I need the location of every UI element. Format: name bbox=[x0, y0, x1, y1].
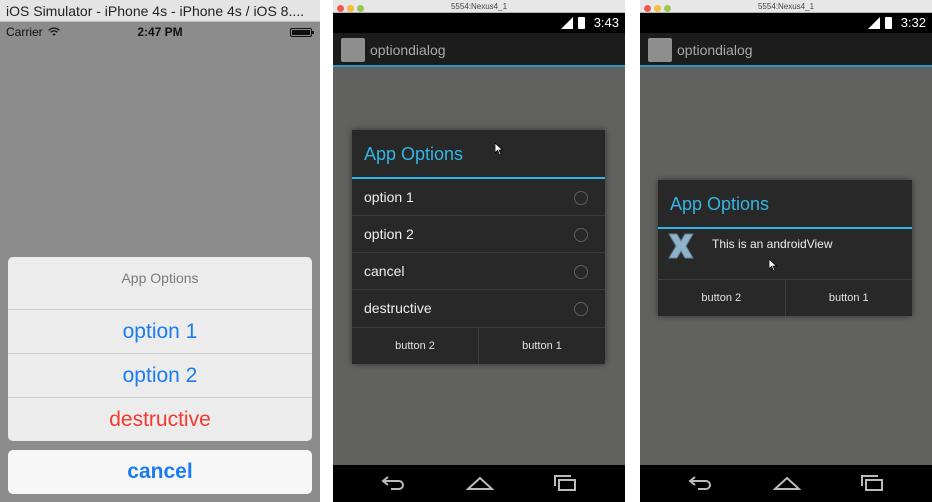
option-label: destructive bbox=[364, 300, 432, 316]
minimize-window-icon[interactable] bbox=[654, 5, 661, 12]
android-status-bar: 3:43 bbox=[333, 13, 625, 33]
close-window-icon[interactable] bbox=[644, 5, 651, 12]
button-2[interactable]: button 2 bbox=[658, 280, 785, 316]
battery-icon bbox=[578, 17, 585, 29]
status-time: 2:47 PM bbox=[137, 25, 183, 39]
action-destructive[interactable]: destructive bbox=[8, 398, 312, 441]
action-sheet: App Options option 1 option 2 destructiv… bbox=[8, 257, 312, 441]
simulator-window-title: iOS Simulator - iPhone 4s - iPhone 4s / … bbox=[0, 0, 320, 22]
action-bar: optiondialog bbox=[333, 33, 625, 67]
radio-button[interactable] bbox=[574, 228, 588, 242]
zoom-window-icon[interactable] bbox=[664, 5, 671, 12]
dialog-buttons: button 2 button 1 bbox=[658, 279, 912, 316]
android-nav-bar bbox=[333, 465, 625, 502]
dialog-title: App Options bbox=[658, 180, 912, 229]
app-icon bbox=[341, 38, 365, 62]
option-label: cancel bbox=[364, 263, 405, 279]
ios-simulator: iOS Simulator - iPhone 4s - iPhone 4s / … bbox=[0, 0, 320, 502]
status-time: 3:43 bbox=[593, 15, 619, 30]
close-window-icon[interactable] bbox=[337, 5, 344, 12]
button-1[interactable]: button 1 bbox=[478, 328, 605, 364]
recent-apps-icon[interactable] bbox=[552, 475, 578, 491]
dialog-option-cancel[interactable]: cancel bbox=[352, 253, 605, 290]
ios-status-bar: Carrier 2:47 PM bbox=[0, 22, 320, 42]
dialog-title: App Options bbox=[352, 130, 605, 179]
back-icon[interactable] bbox=[381, 475, 407, 491]
home-icon[interactable] bbox=[466, 475, 494, 491]
action-cancel-button[interactable]: cancel bbox=[8, 450, 312, 494]
option-label: option 2 bbox=[364, 226, 414, 242]
action-sheet-title: App Options bbox=[8, 257, 312, 310]
radio-button[interactable] bbox=[574, 265, 588, 279]
app-title: optiondialog bbox=[677, 42, 753, 58]
emulator-window-bar: 5554:Nexus4_1 bbox=[333, 0, 625, 13]
android-nav-bar bbox=[640, 465, 932, 502]
emulator-window-title: 5554:Nexus4_1 bbox=[757, 2, 815, 11]
android-status-bar: 3:32 bbox=[640, 13, 932, 33]
status-time: 3:32 bbox=[900, 15, 926, 30]
android-emulator-options: 5554:Nexus4_1 3:43 optiondialog App Opti… bbox=[333, 0, 625, 502]
mouse-cursor-icon bbox=[769, 259, 777, 271]
radio-button[interactable] bbox=[574, 302, 588, 316]
dialog-buttons: button 2 button 1 bbox=[352, 327, 605, 364]
dialog-message: This is an androidView bbox=[712, 237, 833, 251]
back-icon[interactable] bbox=[688, 475, 714, 491]
app-title: optiondialog bbox=[370, 42, 446, 58]
dialog-content: This is an androidView bbox=[658, 229, 912, 279]
dialog-option-destructive[interactable]: destructive bbox=[352, 290, 605, 327]
minimize-window-icon[interactable] bbox=[347, 5, 354, 12]
signal-icon bbox=[868, 17, 880, 29]
action-option-2[interactable]: option 2 bbox=[8, 354, 312, 398]
home-icon[interactable] bbox=[773, 475, 801, 491]
signal-icon bbox=[561, 17, 573, 29]
button-2[interactable]: button 2 bbox=[352, 328, 478, 364]
emulator-window-bar: 5554:Nexus4_1 bbox=[640, 0, 932, 13]
emulator-window-title: 5554:Nexus4_1 bbox=[450, 2, 508, 11]
action-bar: optiondialog bbox=[640, 33, 932, 67]
app-icon bbox=[648, 38, 672, 62]
battery-icon bbox=[885, 17, 892, 29]
button-1[interactable]: button 1 bbox=[784, 280, 913, 316]
zoom-window-icon[interactable] bbox=[357, 5, 364, 12]
recent-apps-icon[interactable] bbox=[859, 475, 885, 491]
battery-icon bbox=[290, 28, 314, 37]
android-emulator-view: 5554:Nexus4_1 3:32 optiondialog App Opti… bbox=[640, 0, 932, 502]
option-label: option 1 bbox=[364, 189, 414, 205]
dialog-option-2[interactable]: option 2 bbox=[352, 216, 605, 253]
radio-button[interactable] bbox=[574, 191, 588, 205]
view-dialog: App Options This is an androidView butto… bbox=[658, 180, 912, 316]
xamarin-logo-icon bbox=[668, 233, 694, 259]
options-dialog: App Options option 1 option 2 cancel des… bbox=[352, 130, 605, 364]
action-option-1[interactable]: option 1 bbox=[8, 310, 312, 354]
dialog-option-1[interactable]: option 1 bbox=[352, 179, 605, 216]
mouse-cursor-icon bbox=[495, 143, 503, 155]
